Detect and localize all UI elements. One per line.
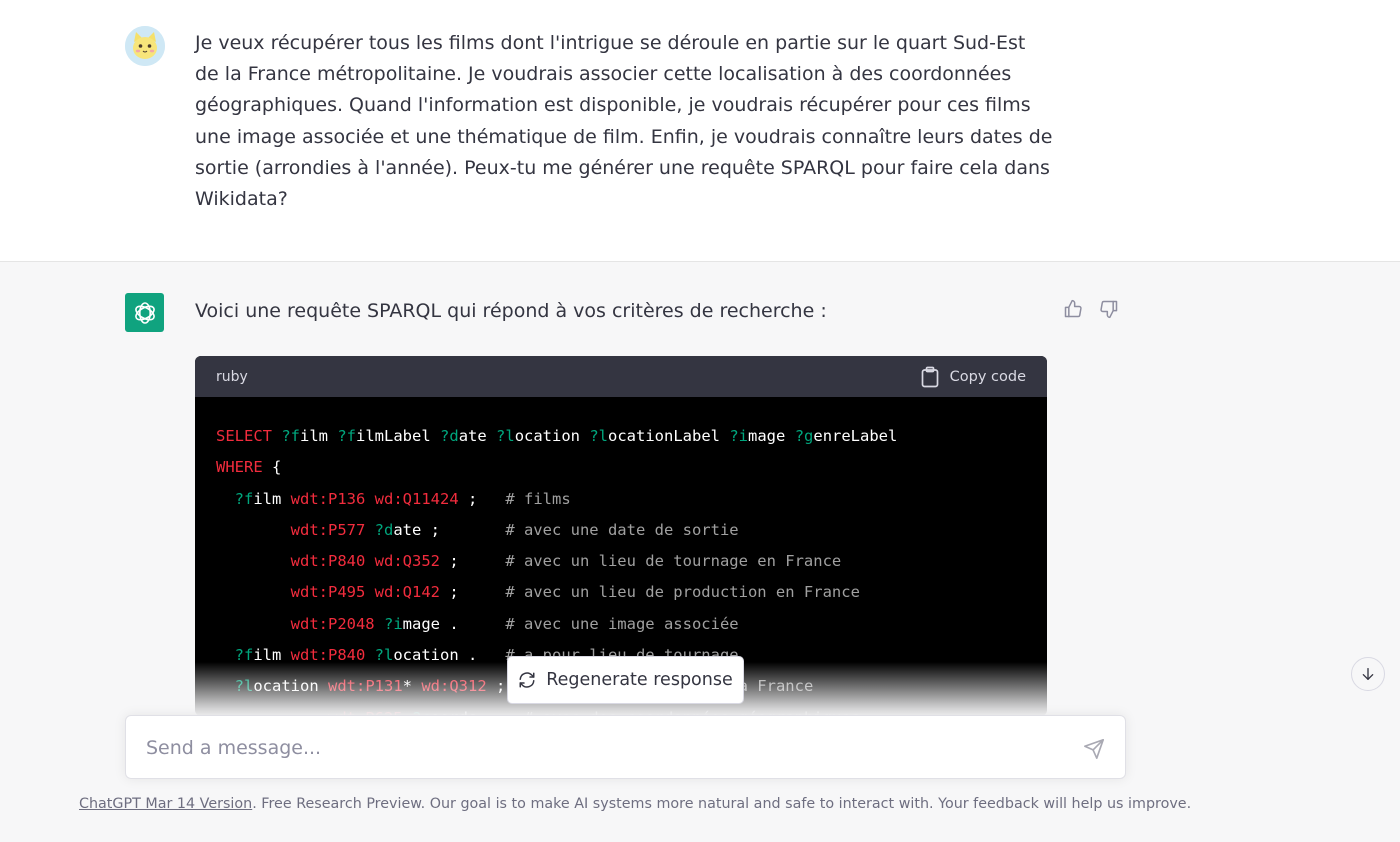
code-language-label: ruby bbox=[216, 368, 248, 385]
thumbs-up-icon bbox=[1064, 299, 1082, 318]
arrow-down-icon bbox=[1362, 668, 1374, 680]
copy-code-button[interactable]: Copy code bbox=[920, 366, 1026, 388]
code-line: SELECT ?film ?filmLabel ?date ?location … bbox=[216, 427, 898, 445]
cat-avatar-icon bbox=[125, 26, 165, 66]
code-line: ?film wdt:P136 wd:Q11424 ; # films bbox=[234, 489, 571, 508]
code-line: wdt:P495 wd:Q142 ; # avec un lieu de pro… bbox=[290, 583, 860, 602]
footer-disclaimer: ChatGPT Mar 14 Version. Free Research Pr… bbox=[79, 796, 1191, 812]
version-link[interactable]: ChatGPT Mar 14 Version bbox=[79, 796, 252, 812]
openai-logo-icon bbox=[134, 301, 155, 324]
code-line: wdt:P577 ?date ; # avec une date de sort… bbox=[290, 520, 739, 539]
user-message-text: Je veux récupérer tous les films dont l'… bbox=[195, 32, 1053, 211]
regenerate-response-label: Regenerate response bbox=[546, 670, 733, 690]
thumbs-up-button[interactable] bbox=[1062, 298, 1084, 320]
code-line: WHERE { bbox=[216, 458, 282, 477]
assistant-avatar bbox=[125, 293, 164, 332]
message-input[interactable] bbox=[146, 734, 1066, 762]
copy-code-label: Copy code bbox=[949, 368, 1026, 385]
refresh-icon bbox=[519, 672, 535, 688]
clipboard-icon bbox=[921, 366, 938, 387]
assistant-intro-text: Voici une requête SPARQL qui répond à vo… bbox=[195, 300, 827, 322]
paper-plane-icon[interactable] bbox=[1083, 738, 1105, 760]
code-line: wdt:P625 ?coords . # avec des coordonnée… bbox=[216, 703, 1027, 716]
code-block-header: ruby Copy code bbox=[195, 356, 1047, 397]
footer-text: . Free Research Preview. Our goal is to … bbox=[252, 796, 1192, 812]
chat-page: Je veux récupérer tous les films dont l'… bbox=[0, 0, 1400, 842]
thumbs-down-icon bbox=[1100, 300, 1118, 319]
thumbs-down-button[interactable] bbox=[1098, 298, 1120, 320]
code-line: wdt:P2048 ?image . # avec une image asso… bbox=[290, 614, 739, 633]
scroll-to-bottom-button[interactable] bbox=[1351, 657, 1385, 691]
user-message: Je veux récupérer tous les films dont l'… bbox=[0, 0, 1400, 262]
code-line: wdt:P840 wd:Q352 ; # avec un lieu de tou… bbox=[290, 552, 842, 571]
message-composer bbox=[125, 715, 1126, 779]
regenerate-response-button[interactable]: Regenerate response bbox=[507, 656, 744, 704]
user-avatar bbox=[125, 26, 165, 66]
